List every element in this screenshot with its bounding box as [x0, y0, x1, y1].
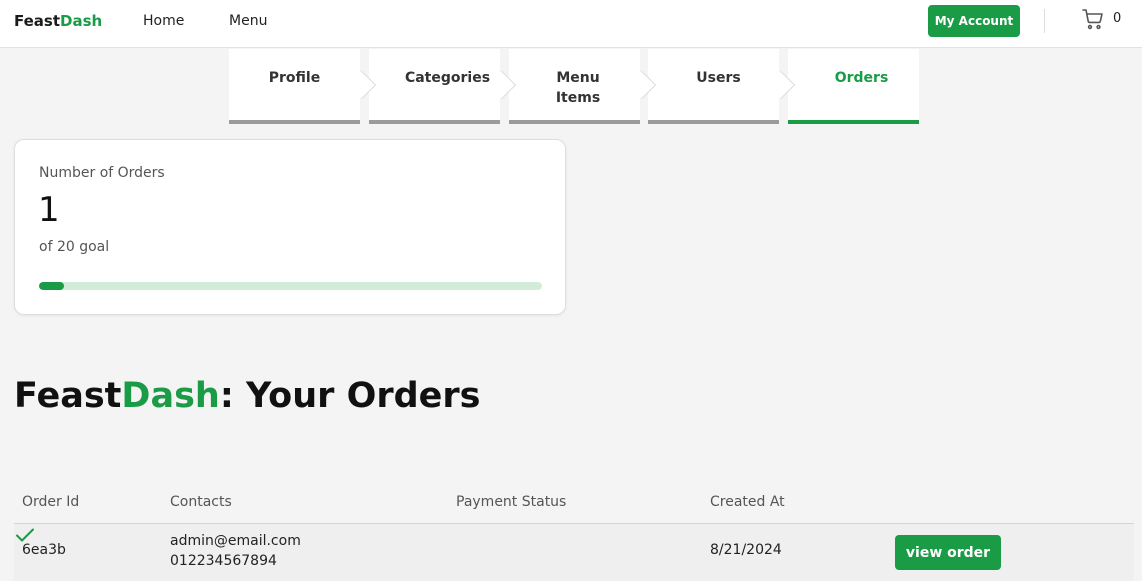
column-header-contacts: Contacts	[170, 494, 232, 510]
table-row: 6ea3b admin@email.com 012234567894 8/21/…	[14, 524, 1134, 581]
stat-value: 1	[38, 190, 60, 230]
nav-home-link[interactable]: Home	[143, 13, 184, 29]
tab-categories[interactable]: Categories	[369, 49, 517, 124]
tab-menu-items[interactable]: Menu Items	[509, 49, 657, 124]
column-header-created-at: Created At	[710, 494, 785, 510]
cart-count-badge: 0	[1113, 11, 1122, 26]
tab-orders[interactable]: Orders	[788, 49, 919, 124]
nav-menu-link[interactable]: Menu	[229, 13, 267, 29]
tab-label: Profile	[268, 70, 321, 86]
tab-label: Orders	[834, 70, 889, 86]
stat-label: Number of Orders	[39, 165, 165, 181]
order-id-cell: 6ea3b	[22, 542, 66, 558]
title-text-suffix: : Your Orders	[219, 376, 481, 416]
stat-goal-text: of 20 goal	[39, 239, 110, 255]
tab-label: Users	[696, 70, 741, 86]
brand-text-accent: Dash	[60, 12, 103, 30]
column-header-order-id: Order Id	[22, 494, 80, 510]
brand-text-primary: Feast	[14, 12, 61, 30]
title-text-accent: Dash	[121, 376, 220, 416]
tab-profile[interactable]: Profile	[229, 49, 377, 124]
nav-divider	[1044, 9, 1045, 33]
view-order-button[interactable]: view order	[895, 535, 1001, 570]
my-account-button[interactable]: My Account	[928, 5, 1020, 37]
cart-icon[interactable]	[1081, 7, 1105, 31]
title-text-primary: Feast	[14, 376, 122, 416]
contact-email: admin@email.com	[170, 533, 301, 549]
page-title: FeastDash: Your Orders	[14, 376, 480, 416]
top-navbar: FeastDash Home Menu My Account 0	[0, 0, 1142, 48]
column-header-payment-status: Payment Status	[456, 494, 567, 510]
goal-progress-fill	[39, 282, 65, 290]
tab-users[interactable]: Users	[648, 49, 796, 124]
brand-logo[interactable]: FeastDash	[14, 12, 102, 30]
created-at-cell: 8/21/2024	[710, 542, 782, 558]
orders-stat-card: Number of Orders 1 of 20 goal	[14, 139, 566, 315]
contact-phone: 012234567894	[170, 553, 277, 569]
tab-label: Menu Items	[555, 70, 601, 106]
tab-label: Categories	[404, 70, 491, 86]
goal-progress-bar	[39, 282, 542, 290]
